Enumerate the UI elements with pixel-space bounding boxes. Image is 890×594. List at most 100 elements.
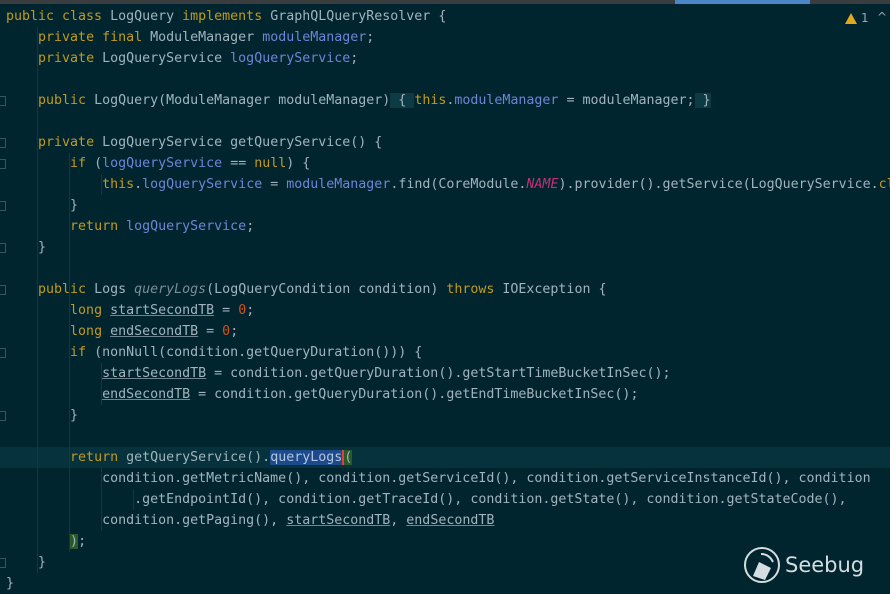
code-token: (nonNull(condition.getQueryDuration())) … bbox=[94, 345, 423, 360]
code-token: } bbox=[6, 576, 15, 591]
code-token: return bbox=[70, 219, 127, 234]
code-token: . bbox=[134, 177, 143, 192]
code-token: throws bbox=[446, 282, 503, 297]
fold-marker-icon[interactable] bbox=[0, 243, 6, 253]
code-token: LogQueryService getQueryService() { bbox=[102, 135, 383, 150]
code-line[interactable]: long endSecondTB = 0; bbox=[0, 321, 890, 342]
code-editor[interactable]: public class LogQuery implements GraphQL… bbox=[0, 6, 890, 594]
code-token: 0 bbox=[222, 324, 231, 339]
code-token: public class bbox=[6, 9, 111, 24]
code-token: .find(CoreModule. bbox=[390, 177, 527, 192]
code-token: if bbox=[70, 345, 95, 360]
code-line[interactable]: } bbox=[0, 405, 890, 426]
seebug-logo-icon bbox=[744, 547, 780, 583]
code-line[interactable]: startSecondTB = condition.getQueryDurati… bbox=[0, 363, 890, 384]
code-token: private bbox=[38, 135, 103, 150]
code-line[interactable]: long startSecondTB = 0; bbox=[0, 300, 890, 321]
code-token: null bbox=[254, 156, 287, 171]
code-token: = condition.getQueryDuration().getEndTim… bbox=[190, 387, 639, 402]
code-token: endSecondTB bbox=[406, 513, 495, 528]
code-token: = bbox=[198, 324, 223, 339]
code-token: cl bbox=[878, 177, 890, 192]
code-token: = bbox=[262, 177, 287, 192]
code-line[interactable] bbox=[0, 426, 890, 447]
code-token: long bbox=[70, 324, 111, 339]
fold-marker-icon[interactable] bbox=[0, 201, 6, 211]
code-line[interactable]: } bbox=[0, 237, 890, 258]
code-token: long bbox=[70, 303, 111, 318]
code-line[interactable]: private LogQueryService getQueryService(… bbox=[0, 132, 890, 153]
code-line[interactable]: return getQueryService().queryLogs( bbox=[0, 447, 890, 468]
indent-guide bbox=[69, 153, 70, 552]
code-line[interactable]: return logQueryService; bbox=[0, 216, 890, 237]
code-line[interactable]: public LogQuery(ModuleManager moduleMana… bbox=[0, 90, 890, 111]
fold-marker-icon[interactable] bbox=[0, 411, 6, 421]
fold-marker-icon[interactable] bbox=[0, 285, 6, 295]
code-token: ( bbox=[94, 156, 103, 171]
code-line[interactable]: condition.getMetricName(), condition.get… bbox=[0, 468, 890, 489]
code-token: getQueryService(). bbox=[126, 450, 271, 465]
code-token: , bbox=[390, 513, 407, 528]
code-token: { bbox=[390, 93, 415, 108]
code-token: endSecondTB bbox=[110, 324, 199, 339]
code-token: startSecondTB bbox=[102, 366, 207, 381]
code-token: = condition.getQueryDuration().getStartT… bbox=[206, 366, 671, 381]
code-token: } bbox=[694, 93, 711, 108]
code-line[interactable]: condition.getPaging(), startSecondTB, en… bbox=[0, 510, 890, 531]
code-line[interactable]: private final ModuleManager moduleManage… bbox=[0, 27, 890, 48]
code-line[interactable] bbox=[0, 258, 890, 279]
code-line[interactable]: if (nonNull(condition.getQueryDuration()… bbox=[0, 342, 890, 363]
code-token: LogQuery bbox=[110, 9, 183, 24]
code-line[interactable]: if (logQueryService == null) { bbox=[0, 153, 890, 174]
code-token: } bbox=[6, 555, 47, 570]
fold-marker-icon[interactable] bbox=[0, 558, 6, 568]
code-token: this bbox=[414, 93, 447, 108]
fold-marker-icon[interactable] bbox=[0, 96, 6, 106]
code-token: this bbox=[102, 177, 135, 192]
code-line[interactable]: public Logs queryLogs(LogQueryCondition … bbox=[0, 279, 890, 300]
fold-marker-icon[interactable] bbox=[0, 159, 6, 169]
code-token: } bbox=[6, 198, 79, 213]
code-line[interactable]: private LogQueryService logQueryService; bbox=[0, 48, 890, 69]
code-line[interactable]: endSecondTB = condition.getQueryDuration… bbox=[0, 384, 890, 405]
code-token: Logs bbox=[94, 282, 135, 297]
code-line[interactable] bbox=[0, 69, 890, 90]
code-token: ; bbox=[366, 30, 375, 45]
code-line[interactable] bbox=[0, 111, 890, 132]
code-token: ) { bbox=[286, 156, 311, 171]
code-token: ; bbox=[350, 51, 359, 66]
code-token: GraphQLQueryResolver { bbox=[270, 9, 447, 24]
code-line[interactable]: public class LogQuery implements GraphQL… bbox=[0, 6, 890, 27]
code-token: private bbox=[38, 51, 103, 66]
code-token: logQueryService bbox=[102, 156, 223, 171]
code-token: logQueryService bbox=[230, 51, 351, 66]
code-token: ) bbox=[70, 534, 79, 549]
fold-marker-icon[interactable] bbox=[0, 138, 6, 148]
code-token: ; bbox=[246, 219, 255, 234]
code-token: startSecondTB bbox=[110, 303, 215, 318]
code-token: (LogQueryCondition condition) bbox=[206, 282, 447, 297]
code-token: = moduleManager; bbox=[558, 93, 695, 108]
indent-guide bbox=[101, 363, 102, 405]
code-token: == bbox=[222, 156, 255, 171]
code-token: queryLogs bbox=[270, 450, 345, 465]
horizontal-scrollbar[interactable] bbox=[675, 0, 810, 4]
seebug-logo-text: Seebug bbox=[785, 553, 865, 577]
code-token: LogQueryService bbox=[102, 51, 231, 66]
editor-tab-bar bbox=[0, 0, 890, 4]
indent-guide bbox=[101, 468, 102, 531]
code-token: ; bbox=[78, 534, 87, 549]
fold-marker-icon[interactable] bbox=[0, 348, 6, 358]
code-line[interactable]: } bbox=[0, 195, 890, 216]
code-line[interactable]: this.logQueryService = moduleManager.fin… bbox=[0, 174, 890, 195]
